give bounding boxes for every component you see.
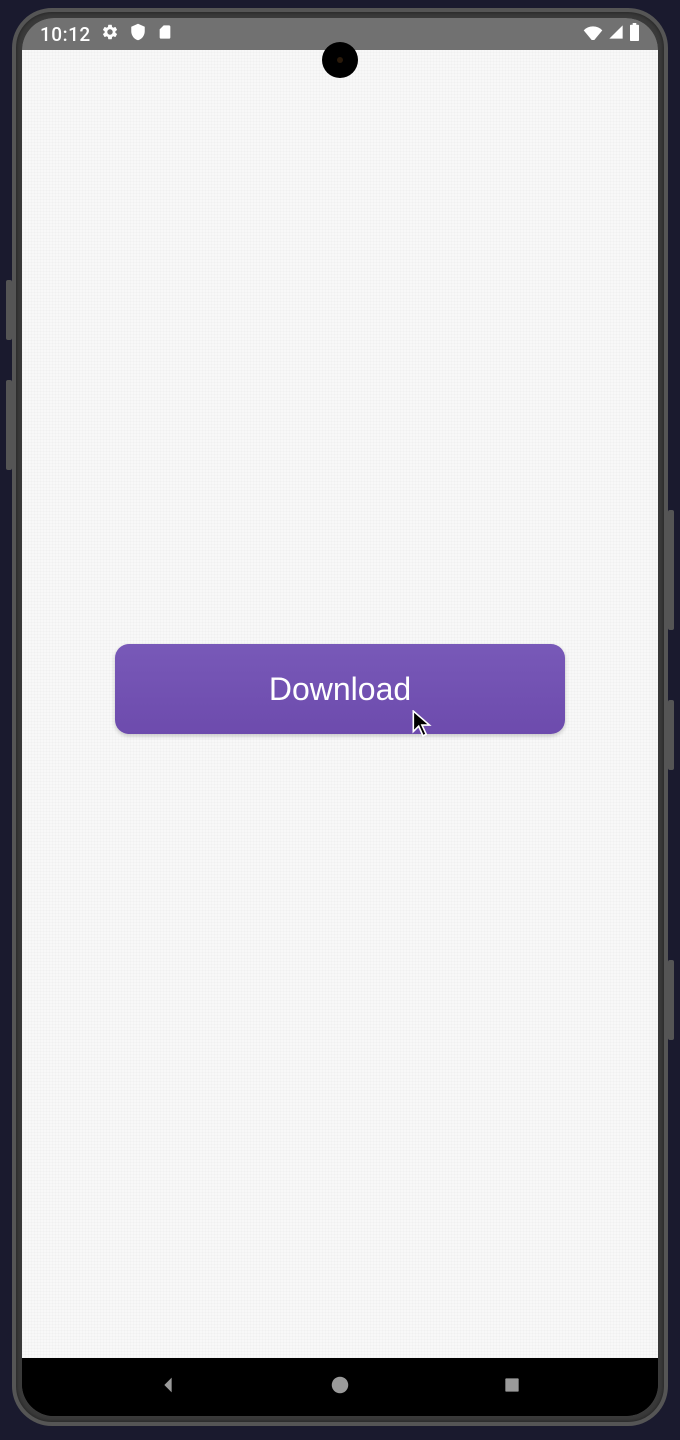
navigation-bar xyxy=(22,1358,658,1416)
camera-notch xyxy=(322,42,358,78)
nav-recent-button[interactable] xyxy=(482,1367,542,1407)
power-button xyxy=(668,510,674,630)
phone-screen: 10:12 xyxy=(22,18,658,1416)
nav-back-button[interactable] xyxy=(138,1367,198,1407)
recent-icon xyxy=(502,1375,522,1399)
sdcard-icon xyxy=(157,23,173,46)
side-button-2 xyxy=(668,960,674,1040)
side-button xyxy=(668,700,674,770)
phone-frame: 10:12 xyxy=(12,8,668,1426)
download-button[interactable]: Download xyxy=(115,644,565,734)
status-time: 10:12 xyxy=(40,23,91,46)
back-icon xyxy=(157,1374,179,1400)
battery-icon xyxy=(629,23,640,46)
signal-icon xyxy=(607,24,625,45)
status-left: 10:12 xyxy=(40,23,173,46)
wifi-icon xyxy=(583,24,603,45)
status-right xyxy=(583,23,640,46)
gear-icon xyxy=(101,23,119,46)
shield-icon xyxy=(129,23,147,46)
home-icon xyxy=(329,1374,351,1400)
nav-home-button[interactable] xyxy=(310,1367,370,1407)
app-content: Download xyxy=(22,50,658,1358)
